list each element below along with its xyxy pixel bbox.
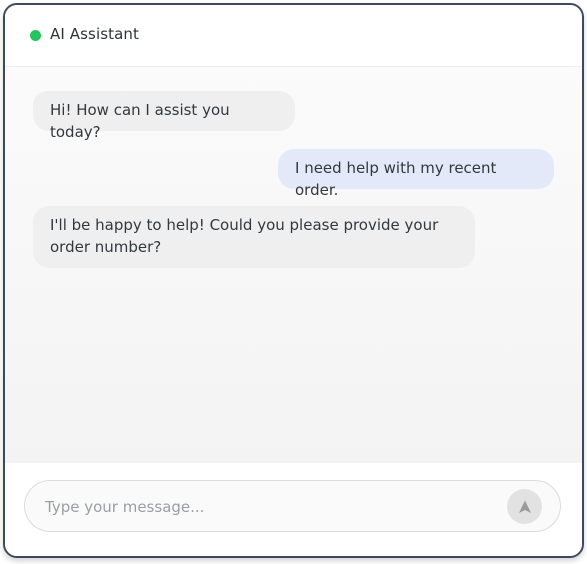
user-message: I need help with my recent order. bbox=[278, 149, 554, 199]
online-status-icon bbox=[30, 30, 41, 41]
chat-window: AI Assistant Hi! How can I assist you to… bbox=[3, 3, 584, 558]
assistant-message: I'll be happy to help! Could you please … bbox=[33, 206, 475, 268]
chat-title: AI Assistant bbox=[50, 25, 139, 43]
send-button[interactable] bbox=[507, 489, 542, 524]
assistant-message: Hi! How can I assist you today? bbox=[33, 91, 295, 141]
send-arrow-icon bbox=[518, 500, 531, 513]
composer-area bbox=[5, 463, 582, 556]
message-input[interactable] bbox=[43, 495, 497, 519]
message-input-container bbox=[24, 480, 561, 532]
message-list[interactable]: Hi! How can I assist you today? I need h… bbox=[5, 67, 582, 463]
chat-header: AI Assistant bbox=[5, 5, 582, 67]
